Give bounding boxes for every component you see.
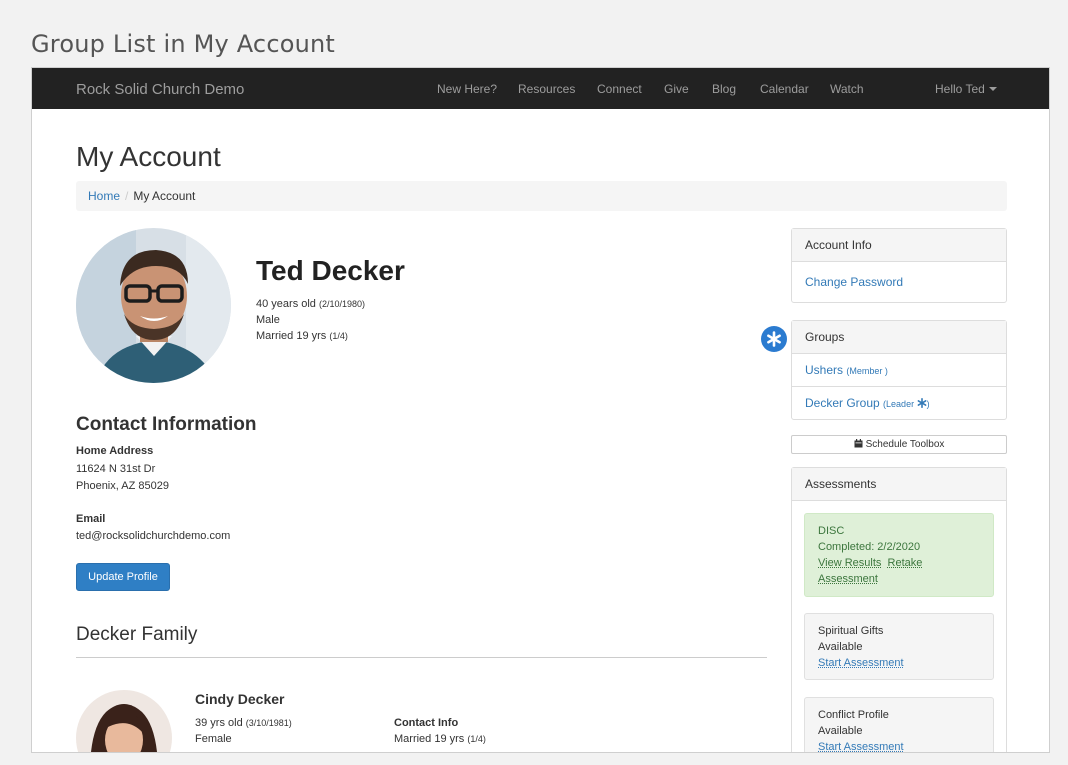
assessment-links: View Results Retake xyxy=(818,555,980,571)
groups-panel: Groups Ushers (Member ) Decker Group (Le… xyxy=(791,320,1007,420)
assessment-status: Available xyxy=(818,725,863,737)
nav-connect[interactable]: Connect xyxy=(597,82,642,96)
nav-give[interactable]: Give xyxy=(664,82,689,96)
breadcrumb: Home / My Account xyxy=(76,181,1007,211)
start-assessment-link[interactable]: Start Assessment xyxy=(818,657,904,669)
assessment-card-spiritual-gifts: Spiritual Gifts Available Start Assessme… xyxy=(804,613,994,680)
asterisk-badge-icon xyxy=(761,326,787,352)
address-line2: Phoenix, AZ 85029 xyxy=(76,480,169,492)
person-age-text: 40 years old xyxy=(256,298,316,310)
family-member-photo[interactable] xyxy=(76,690,172,752)
assessment-links: Start Assessment xyxy=(818,655,980,671)
person-marital-text: Married 19 yrs xyxy=(256,330,327,342)
family-divider xyxy=(76,657,767,658)
family-member-age-text: 39 yrs old xyxy=(195,717,243,729)
calendar-icon xyxy=(854,439,863,448)
user-menu-dropdown[interactable]: Hello Ted xyxy=(935,82,997,96)
group-role: (Member ) xyxy=(846,366,888,376)
assessment-card-disc: DISC Completed: 2/2/2020 View Results Re… xyxy=(804,513,994,597)
change-password-link[interactable]: Change Password xyxy=(805,275,903,289)
nav-blog[interactable]: Blog xyxy=(712,82,736,96)
person-marital: Married 19 yrs (1/4) xyxy=(256,330,348,342)
contact-heading: Contact Information xyxy=(76,414,257,435)
group-role-open: (Member xyxy=(846,366,883,376)
update-profile-button[interactable]: Update Profile xyxy=(76,563,170,591)
screenshot-caption: Group List in My Account xyxy=(31,30,336,58)
leader-asterisk-icon xyxy=(917,398,926,408)
view-results-link[interactable]: View Results xyxy=(818,557,881,569)
address-label: Home Address xyxy=(76,445,154,457)
person-marital-detail: (1/4) xyxy=(329,331,348,341)
breadcrumb-home-link[interactable]: Home xyxy=(88,189,120,203)
assessment-title: DISC xyxy=(818,525,845,537)
account-info-panel: Account Info Change Password xyxy=(791,228,1007,303)
person-birthdate: (2/10/1980) xyxy=(319,299,366,309)
breadcrumb-current: My Account xyxy=(133,189,196,203)
family-member-marital: Married 19 yrs (1/4) xyxy=(394,733,486,745)
assessment-card-conflict-profile: Conflict Profile Available Start Assessm… xyxy=(804,697,994,752)
group-role-close: ) xyxy=(884,366,888,376)
caret-down-icon xyxy=(988,87,997,91)
family-member-photo-image xyxy=(76,690,172,752)
group-role-open: (Leader xyxy=(883,399,915,409)
schedule-toolbox-label: Schedule Toolbox xyxy=(865,439,945,450)
person-name: Ted Decker xyxy=(256,255,405,286)
retake-link[interactable]: Retake xyxy=(888,557,923,569)
account-info-heading: Account Info xyxy=(792,229,1006,262)
assessment-status: Available xyxy=(818,641,863,653)
site-brand-link[interactable]: Rock Solid Church Demo xyxy=(76,81,244,98)
family-member-birthdate: (3/10/1981) xyxy=(245,718,292,728)
family-member-marital-detail: (1/4) xyxy=(467,734,486,744)
family-heading: Decker Family xyxy=(76,624,198,645)
group-role-close: ) xyxy=(926,399,930,409)
top-navbar: Rock Solid Church Demo New Here? Resourc… xyxy=(32,68,1049,109)
assessment-title: Conflict Profile xyxy=(818,709,889,721)
email-value: ted@rocksolidchurchdemo.com xyxy=(76,530,231,542)
group-ushers-link[interactable]: Ushers xyxy=(805,363,843,377)
asterisk-icon xyxy=(767,331,781,347)
nav-resources[interactable]: Resources xyxy=(518,82,575,96)
user-menu-label: Hello Ted xyxy=(935,82,985,96)
profile-photo-image xyxy=(76,228,231,383)
family-member-age: 39 yrs old (3/10/1981) xyxy=(195,717,292,729)
family-member-name: Cindy Decker xyxy=(195,691,285,707)
person-gender: Male xyxy=(256,314,280,326)
group-item[interactable]: Decker Group (Leader ) xyxy=(792,387,1006,419)
breadcrumb-separator: / xyxy=(125,189,129,203)
assessment-links: Start Assessment xyxy=(818,739,980,752)
browser-viewport: Rock Solid Church Demo New Here? Resourc… xyxy=(31,67,1050,753)
profile-photo[interactable] xyxy=(76,228,231,383)
page-title: My Account xyxy=(76,141,221,172)
account-info-row: Change Password xyxy=(792,262,1006,302)
email-label: Email xyxy=(76,513,106,525)
address-line1: 11624 N 31st Dr xyxy=(76,463,156,475)
nav-calendar[interactable]: Calendar xyxy=(760,82,809,96)
nav-watch[interactable]: Watch xyxy=(830,82,864,96)
assessment-links-cont: Assessment xyxy=(818,571,980,587)
retake-assessment-link[interactable]: Assessment xyxy=(818,573,878,585)
assessment-title: Spiritual Gifts xyxy=(818,625,884,637)
family-member-contact-label: Contact Info xyxy=(394,717,459,729)
groups-heading: Groups xyxy=(792,321,1006,354)
schedule-toolbox-button[interactable]: Schedule Toolbox xyxy=(791,435,1007,454)
family-member-marital-text: Married 19 yrs xyxy=(394,733,465,745)
assessments-heading: Assessments xyxy=(792,468,1006,501)
nav-new-here[interactable]: New Here? xyxy=(437,82,497,96)
assessment-status: Completed: 2/2/2020 xyxy=(818,541,921,553)
family-member-gender: Female xyxy=(195,733,232,745)
person-age: 40 years old (2/10/1980) xyxy=(256,298,365,310)
group-decker-link[interactable]: Decker Group xyxy=(805,396,880,410)
start-assessment-link[interactable]: Start Assessment xyxy=(818,741,904,752)
group-role: (Leader ) xyxy=(883,398,930,409)
group-item[interactable]: Ushers (Member ) xyxy=(792,354,1006,387)
